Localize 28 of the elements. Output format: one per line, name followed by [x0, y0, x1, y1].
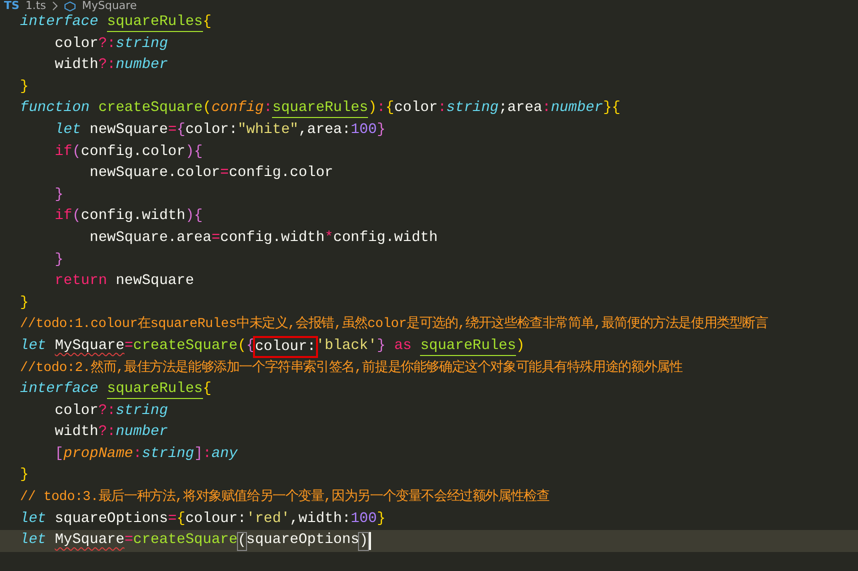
- code-line: newSquare.color=config.color: [88, 164, 334, 184]
- chevron-icon: [52, 1, 58, 11]
- code-line: }: [19, 294, 30, 313]
- symbol-icon: [64, 0, 76, 12]
- code-line: //todo:1.colour在squareRules中未定义,会报错,虽然color是可选的,绕开这些检查非常简单,最简便的方法是使用类型断言: [19, 314, 769, 334]
- code-line: if(config.width){: [54, 207, 204, 226]
- breadcrumb-file[interactable]: 1.ts: [25, 0, 46, 12]
- code-line: let newSquare={color:"white",area:100}: [54, 120, 387, 140]
- code-line: }: [54, 250, 65, 270]
- code-line: width?:number: [54, 423, 169, 442]
- code-line: color?:string: [54, 34, 169, 54]
- code-line: }: [19, 78, 30, 97]
- code-line: }: [19, 466, 30, 486]
- code-line: interface squareRules{: [19, 380, 212, 401]
- code-line: interface squareRules{: [19, 12, 212, 34]
- code-line: //todo:2.然而,最佳方法是能够添加一个字符串索引签名,前提是你能够确定这个对象可能具有特殊用途的额外属性: [19, 358, 684, 378]
- code-line: color?:string: [54, 402, 169, 421]
- breadcrumb-symbol[interactable]: MySquare: [82, 0, 137, 12]
- code-line: newSquare.area=config.width*config.width: [88, 228, 439, 248]
- code-line: function createSquare(config:squareRules):{color:string;area:number}{: [19, 99, 622, 120]
- code-line: width?:number: [54, 56, 169, 76]
- code-line: }: [54, 186, 65, 205]
- file-type-label: TS: [4, 0, 20, 12]
- code-line: return newSquare: [54, 272, 196, 292]
- code-line: let squareOptions={colour:'red',width:100}: [19, 510, 387, 529]
- code-line: [propName:string]:any: [54, 444, 239, 464]
- code-line: if(config.color){: [54, 142, 204, 162]
- code-line: // todo:3.最后一种方法,将对象赋值给另一个变量,因为另一个变量不会经过额外属性检查: [19, 488, 550, 508]
